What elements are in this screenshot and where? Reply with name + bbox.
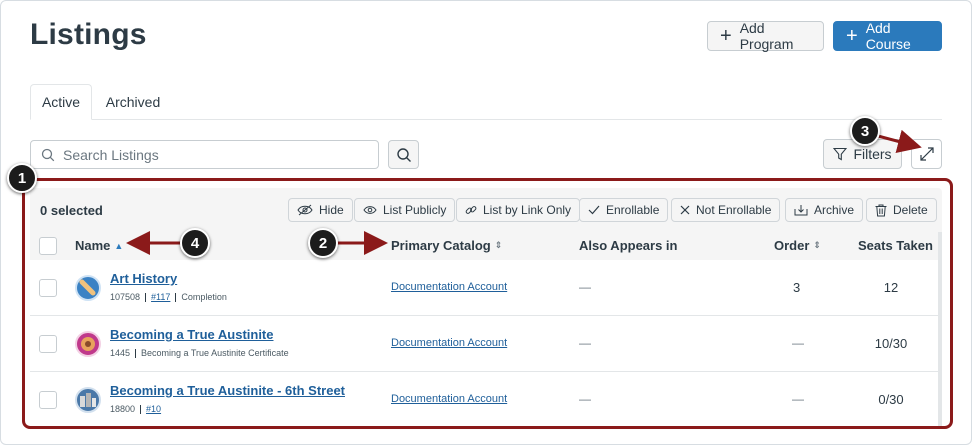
order-value: — (792, 392, 804, 406)
selected-count: 0 selected (40, 203, 103, 218)
callout-badge-2: 2 (308, 228, 338, 258)
order-value: 3 (793, 280, 801, 295)
also-appears-in-value: — (579, 336, 591, 350)
search-button[interactable] (388, 140, 419, 169)
x-icon (680, 205, 690, 215)
expand-icon (919, 147, 934, 161)
listing-meta: 18800 #10 (110, 404, 162, 414)
listing-link[interactable]: #117 (151, 292, 170, 302)
catalog-link[interactable]: Documentation Account (391, 281, 507, 293)
course-avatar (75, 331, 101, 357)
catalog-link[interactable]: Documentation Account (391, 337, 507, 349)
row-checkbox[interactable] (39, 335, 57, 353)
photo-icon (81, 337, 95, 351)
expand-button[interactable] (911, 139, 942, 169)
filter-icon (833, 147, 848, 161)
tab-list: Active Archived (30, 84, 942, 120)
also-appears-in-value: — (579, 392, 591, 406)
archive-icon (794, 205, 808, 216)
callout-badge-1: 1 (7, 163, 37, 193)
table-row: Art History 107508 #117 Completion Docum… (30, 260, 942, 316)
also-appears-in-value: — (579, 280, 591, 294)
enrollable-button[interactable]: Enrollable (579, 198, 669, 222)
hide-button[interactable]: Hide (288, 198, 353, 222)
not-enrollable-button[interactable]: Not Enrollable (671, 198, 781, 222)
add-program-button[interactable]: + Add Program (707, 20, 824, 52)
search-input[interactable] (63, 146, 363, 163)
search-icon (396, 147, 411, 162)
course-avatar (75, 275, 101, 301)
plus-icon: + (720, 25, 732, 47)
column-header-seats-taken: Seats Taken (858, 238, 933, 253)
listing-name-link[interactable]: Becoming a True Austinite (110, 327, 274, 342)
page-title: Listings (30, 18, 147, 51)
table-row: Becoming a True Austinite 1445 Becoming … (30, 316, 942, 372)
archive-button[interactable]: Archive (785, 198, 864, 222)
column-header-also-appears-in: Also Appears in (579, 238, 678, 253)
listing-name-link[interactable]: Art History (110, 271, 177, 286)
art-brush-icon (79, 279, 96, 296)
seats-value: 0/30 (878, 392, 904, 407)
bulk-action-bar: 0 selected Hide List Publicly List by Li… (30, 188, 942, 232)
search-field (30, 140, 379, 169)
row-checkbox[interactable] (39, 391, 57, 409)
sort-icon: ⇕ (494, 240, 503, 250)
listings-table: 0 selected Hide List Publicly List by Li… (30, 188, 942, 428)
trash-icon (875, 204, 887, 216)
list-publicly-button[interactable]: List Publicly (354, 198, 456, 222)
course-avatar (75, 387, 101, 413)
table-header: Name ▲ Primary Catalog ⇕ Also Appears in… (30, 232, 942, 260)
table-scrollbar[interactable] (938, 232, 942, 428)
sort-ascending-icon: ▲ (114, 240, 124, 251)
callout-badge-4: 4 (180, 228, 210, 258)
listing-link[interactable]: #10 (146, 404, 161, 414)
table-row: Becoming a True Austinite - 6th Street 1… (30, 372, 942, 428)
list-by-link-button[interactable]: List by Link Only (456, 198, 581, 222)
check-icon (588, 205, 600, 215)
select-all-checkbox[interactable] (39, 237, 57, 255)
plus-icon: + (846, 25, 858, 47)
add-course-button[interactable]: + Add Course (833, 20, 942, 52)
delete-button[interactable]: Delete (866, 198, 937, 222)
order-value: — (792, 336, 804, 350)
link-icon (465, 206, 477, 214)
listing-meta: 107508 #117 Completion (110, 292, 227, 302)
column-header-order[interactable]: Order ⇕ (774, 238, 821, 253)
eye-slash-icon (297, 204, 313, 216)
column-header-primary-catalog[interactable]: Primary Catalog ⇕ (391, 238, 502, 253)
callout-badge-3: 3 (850, 116, 880, 146)
column-header-name[interactable]: Name ▲ (75, 238, 123, 253)
eye-icon (363, 206, 377, 214)
catalog-link[interactable]: Documentation Account (391, 393, 507, 405)
photo-icon (80, 393, 96, 407)
sort-icon: ⇕ (813, 240, 821, 250)
tab-active[interactable]: Active (30, 84, 92, 120)
seats-value: 10/30 (874, 336, 908, 351)
listing-name-link[interactable]: Becoming a True Austinite - 6th Street (110, 383, 345, 398)
listing-meta: 1445 Becoming a True Austinite Certifica… (110, 348, 289, 358)
seats-value: 12 (883, 280, 899, 295)
search-icon (41, 148, 55, 161)
tab-archived[interactable]: Archived (96, 84, 170, 120)
row-checkbox[interactable] (39, 279, 57, 297)
